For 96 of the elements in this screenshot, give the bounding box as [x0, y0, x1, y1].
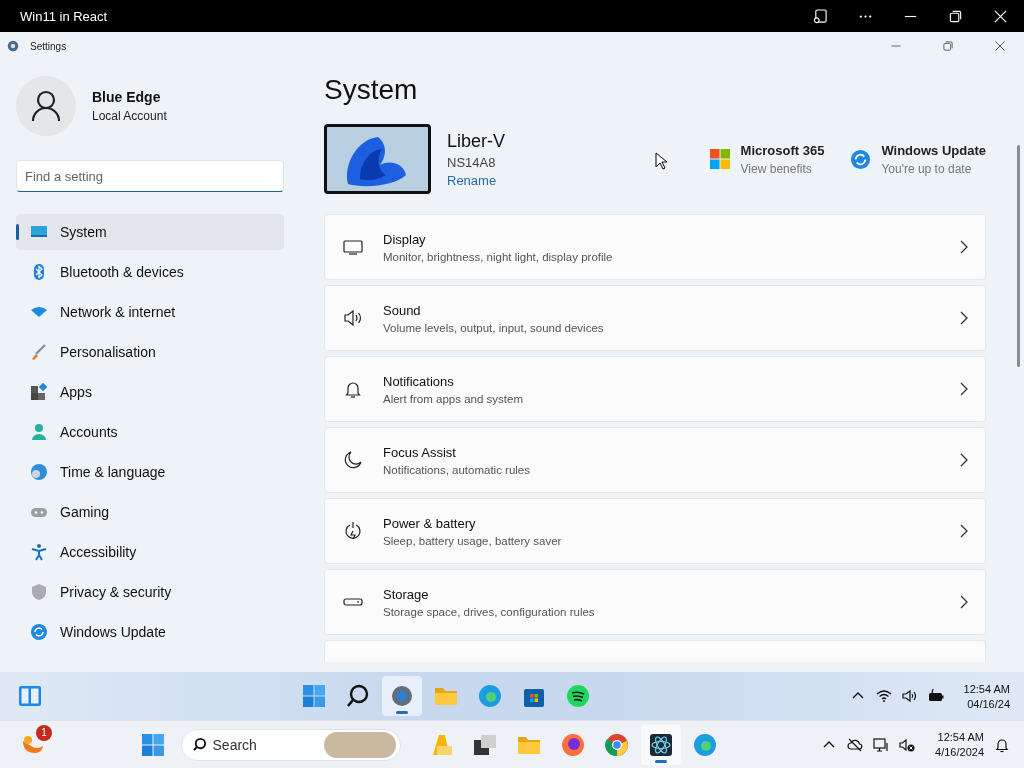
windows-logo-icon[interactable] — [709, 148, 731, 170]
card-subtitle: Volume levels, output, input, sound devices — [383, 321, 605, 334]
card-title: Notifications — [383, 373, 455, 389]
chevron-right-icon — [959, 595, 969, 609]
sidebar-item[interactable]: Accessibility — [16, 534, 284, 570]
refresh-icon — [30, 623, 48, 641]
sidebar-item[interactable]: Personalisation — [16, 334, 284, 370]
windows-logo-icon — [301, 684, 326, 708]
sidebar-item[interactable]: System — [16, 214, 284, 250]
chrome-icon — [604, 732, 629, 757]
speaker-icon[interactable] — [901, 688, 918, 704]
promo-subtitle: You're up to date — [881, 161, 973, 176]
chevron-right-icon — [959, 311, 969, 325]
find-setting-field[interactable]: Find a setting — [16, 160, 284, 192]
refresh-icon[interactable] — [850, 148, 872, 170]
atom-icon — [648, 732, 673, 757]
rename-link[interactable]: Rename — [447, 172, 506, 188]
chevron-right-icon — [959, 453, 969, 467]
settings-card[interactable]: Focus Assist Notifications, automatic rules — [324, 427, 986, 493]
shield-icon — [30, 583, 48, 601]
clock-date: 04/16/24 — [967, 697, 1010, 710]
card-title: Storage — [383, 586, 430, 602]
clock-date: 4/16/2024 — [935, 746, 984, 758]
battery-icon[interactable] — [927, 688, 944, 704]
device-name: Liber-V — [447, 130, 506, 152]
settings-card[interactable]: Sound Volume levels, output, input, sound devices — [324, 285, 986, 351]
gear-icon — [389, 684, 414, 708]
widgets-icon[interactable] — [18, 684, 42, 708]
card-title: Power & battery — [383, 515, 477, 531]
wifi-icon[interactable] — [875, 688, 892, 704]
globe-icon — [30, 463, 48, 481]
taskbar-app[interactable] — [640, 724, 681, 765]
person-icon — [30, 423, 48, 441]
device-model: NS14A8 — [447, 154, 497, 170]
promo-title[interactable]: Windows Update — [881, 142, 986, 158]
clock-time: 12:54 AM — [937, 731, 984, 743]
restore-icon[interactable] — [948, 8, 963, 24]
card-title: Focus Assist — [383, 444, 457, 460]
power-icon — [343, 521, 363, 541]
account-type: Local Account — [92, 109, 167, 123]
promo-title[interactable]: Microsoft 365 — [740, 142, 825, 158]
promo-subtitle: View benefits — [740, 161, 813, 176]
sidebar-item[interactable]: Network & internet — [16, 294, 284, 330]
monitor-icon — [343, 237, 363, 257]
active-indicator — [395, 711, 408, 714]
network-icon[interactable] — [873, 736, 890, 753]
bell-icon[interactable] — [994, 736, 1010, 753]
selection-indicator — [16, 224, 19, 240]
music-app-icon — [565, 684, 590, 708]
active-indicator — [654, 759, 667, 763]
sidebar-item[interactable]: Windows Update — [16, 614, 284, 650]
bell-icon — [343, 379, 363, 399]
card-subtitle: Sleep, battery usage, battery saver — [383, 534, 563, 547]
card-subtitle: Notifications, automatic rules — [383, 463, 531, 476]
settings-card[interactable]: Display Monitor, brightness, night light, display profile — [324, 214, 986, 280]
speaker-icon — [343, 308, 363, 328]
search-field[interactable]: Search — [180, 728, 401, 761]
chevron-right-icon — [959, 524, 969, 538]
search-icon — [191, 737, 207, 752]
gear-icon — [6, 39, 20, 53]
search-icon — [345, 684, 370, 708]
sidebar-item[interactable]: Bluetooth & devices — [16, 254, 284, 290]
account-name: Blue Edge — [92, 89, 162, 105]
card-subtitle: Storage space, drives, configuration rules — [383, 605, 596, 618]
sidebar-item[interactable]: Gaming — [16, 494, 284, 530]
mouse-pointer-icon — [655, 152, 667, 170]
notification-badge: 1 — [36, 724, 52, 741]
sidebar-item[interactable]: Privacy & security — [16, 574, 284, 610]
avatar-icon — [16, 76, 76, 136]
sidebar-item[interactable]: Apps — [16, 374, 284, 410]
cloud-off-icon[interactable] — [847, 736, 864, 753]
app-title: Win11 in React — [20, 8, 108, 24]
scrollbar[interactable] — [1017, 145, 1020, 367]
settings-card[interactable]: Power & battery Sleep, battery usage, battery saver — [324, 498, 986, 564]
sidebar-item[interactable]: Accounts — [16, 414, 284, 450]
card-subtitle: Monitor, brightness, night light, display profile — [383, 250, 614, 263]
chevron-right-icon — [959, 240, 969, 254]
settings-card[interactable]: Notifications Alert from apps and system — [324, 356, 986, 422]
window-icon — [472, 732, 497, 757]
window-title: Settings — [30, 40, 67, 52]
chevron-right-icon — [959, 382, 969, 396]
apps-icon — [30, 383, 48, 401]
speaker-muted-icon[interactable] — [899, 736, 916, 753]
clock-time: 12:54 AM — [963, 682, 1010, 695]
card-title: Display — [383, 231, 427, 247]
sidebar-item[interactable]: Time & language — [16, 454, 284, 490]
close-icon[interactable] — [994, 40, 1006, 52]
card-subtitle: Alert from apps and system — [383, 392, 524, 405]
settings-card[interactable]: Storage Storage space, drives, configuration rules — [324, 569, 986, 635]
cast-icon[interactable] — [813, 8, 828, 24]
windows-logo-icon[interactable] — [140, 732, 165, 757]
card-title: Sound — [383, 302, 422, 318]
brush-icon — [30, 343, 48, 361]
accessibility-icon — [30, 543, 48, 561]
moon-icon — [343, 450, 363, 470]
page-title: System — [324, 74, 419, 106]
